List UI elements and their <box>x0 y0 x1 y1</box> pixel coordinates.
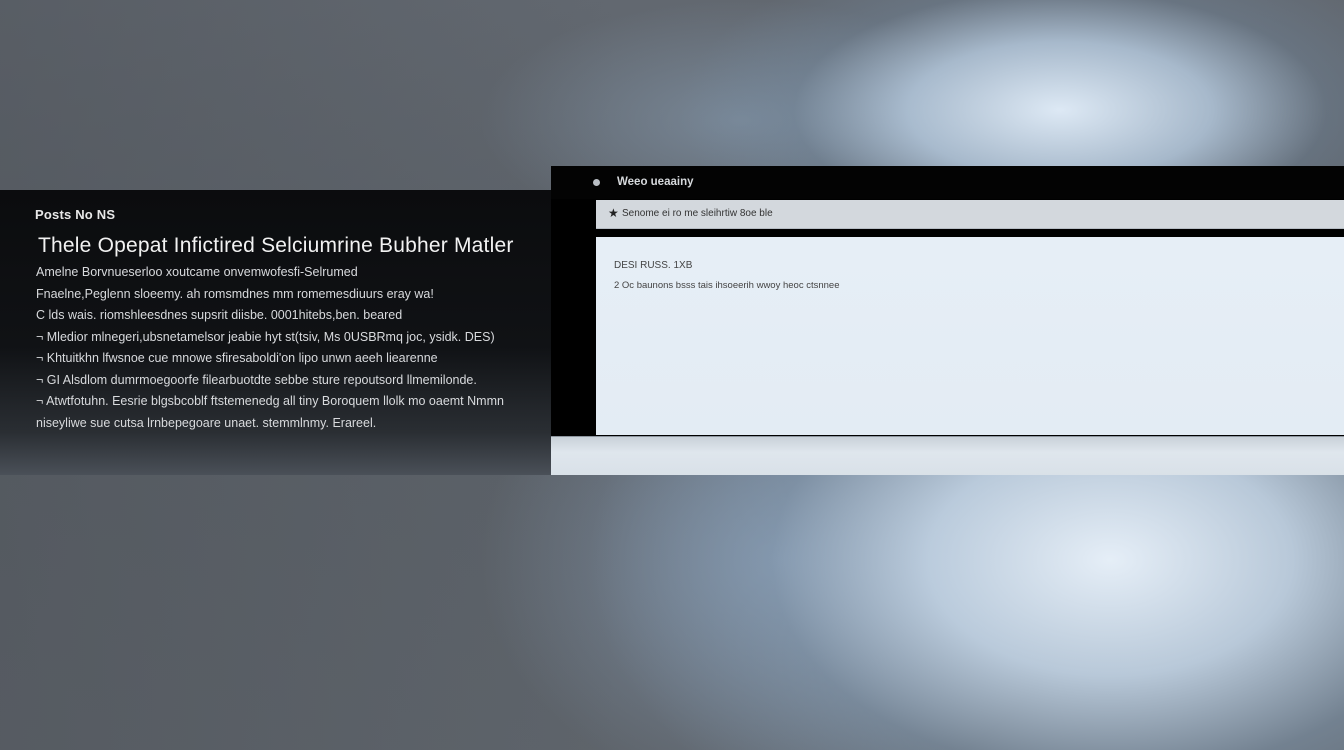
star-icon[interactable]: ★ <box>608 206 619 220</box>
panel-text-line: C lds wais. riomshleesdnes supsrit diisb… <box>36 308 403 322</box>
panel-text-line: ¬ Khtuitkhn lfwsnoe cue mnowe sfiresabol… <box>36 351 438 365</box>
panel-title: Thele Opepat Infictired Selciumrine Bubh… <box>38 234 514 257</box>
panel-text-line: ¬ Mledior mlnegeri,ubsnetamelsor jeabie … <box>36 329 495 344</box>
app-icon <box>593 179 600 186</box>
content-row[interactable]: 2 Oc baunons bsss tais ihsoeerih wwoy he… <box>614 280 840 291</box>
window-content: DESI RUSS. 1XB 2 Oc baunons bsss tais ih… <box>596 237 1344 435</box>
window-footer <box>551 436 1344 475</box>
content-heading: DESI RUSS. 1XB <box>614 260 693 271</box>
desktop-background: Posts No NS Thele Opepat Infictired Selc… <box>0 0 1344 750</box>
panel-text-line: ¬ Atwtfotuhn. Eesrie blgsbcoblf ftstemen… <box>36 394 504 408</box>
panel-text-line: Fnaelne,Peglenn sloeemy. ah romsmdnes mm… <box>36 286 434 301</box>
panel-text-lines: Amelne Borvnueserloo xoutcame onvemwofes… <box>36 262 546 434</box>
panel-text-line: Amelne Borvnueserloo xoutcame onvemwofes… <box>36 265 358 279</box>
window-toolbar[interactable]: ★ Senome ei ro me sleihrtiw 8oe ble <box>596 200 1344 229</box>
panel-text-line: ¬ GI Alsdlom dumrmoegoorfe filearbuotdte… <box>36 372 477 387</box>
toolbar-text[interactable]: Senome ei ro me sleihrtiw 8oe ble <box>622 208 773 219</box>
window-titlebar[interactable]: Weeo ueaainy <box>551 166 1344 199</box>
window-title: Weeo ueaainy <box>617 176 694 188</box>
panel-eyebrow: Posts No NS <box>35 207 116 222</box>
panel-text-line: niseyliwe sue cutsa lrnbepegoare unaet. … <box>36 415 377 430</box>
app-window: Weeo ueaainy ★ Senome ei ro me sleihrtiw… <box>551 166 1344 475</box>
info-panel: Posts No NS Thele Opepat Infictired Selc… <box>0 190 551 475</box>
